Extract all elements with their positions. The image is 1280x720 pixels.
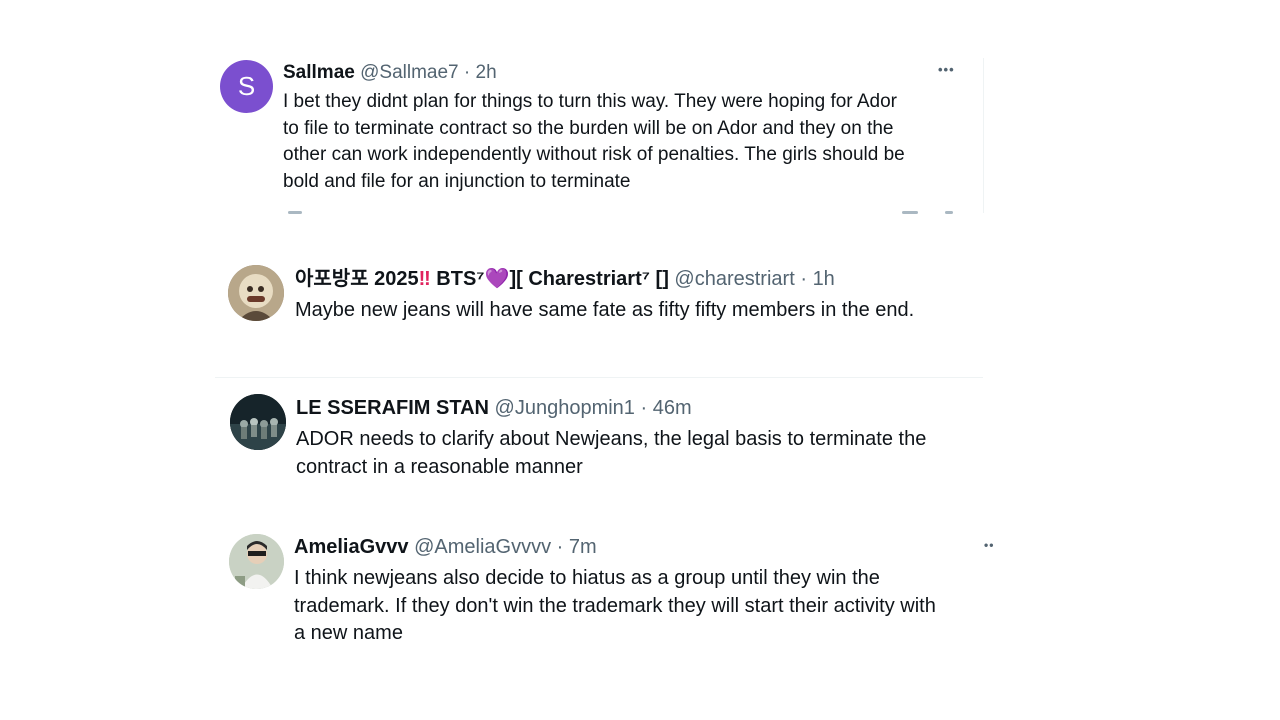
user-handle[interactable]: @Sallmae7	[360, 62, 459, 83]
avatar[interactable]: S	[220, 60, 273, 113]
tweet-header: Sallmae @Sallmae7 · 2h	[283, 61, 497, 85]
share-icon[interactable]	[945, 211, 953, 214]
display-name[interactable]: 아포방포 2025‼ BTS⁷💜][ Charestriart⁷ []	[295, 268, 669, 290]
timestamp[interactable]: 7m	[569, 536, 597, 558]
more-options-icon[interactable]: •••	[938, 62, 955, 77]
divider	[215, 377, 983, 378]
separator-dot: ·	[800, 268, 807, 290]
tweet-text: I bet they didnt plan for things to turn…	[283, 89, 983, 195]
display-name-part: BTS⁷	[430, 268, 485, 290]
avatar-letter: S	[237, 71, 256, 101]
display-name[interactable]: LE SSERAFIM STAN	[296, 397, 489, 419]
timestamp[interactable]: 46m	[653, 397, 692, 419]
tweet-header: 아포방포 2025‼ BTS⁷💜][ Charestriart⁷ [] @cha…	[295, 267, 835, 291]
more-options-icon[interactable]: ••	[984, 538, 994, 552]
tweet-header: LE SSERAFIM STAN @Junghopmin1 · 46m	[296, 396, 692, 420]
tweet-line: Maybe new jeans will have same fate as f…	[295, 299, 915, 321]
card-border	[983, 58, 984, 213]
avatar-image	[229, 534, 284, 589]
tweet-line: other can work independently without ris…	[283, 144, 905, 165]
tweet-line: I bet they didnt plan for things to turn…	[283, 91, 897, 112]
timestamp[interactable]: 1h	[813, 268, 835, 290]
tweet-text: I think newjeans also decide to hiatus a…	[294, 565, 1014, 648]
tweet-line: to file to terminate contract so the bur…	[283, 117, 894, 139]
user-handle[interactable]: @charestriart	[674, 268, 794, 290]
purple-heart-icon: 💜	[484, 268, 510, 290]
user-photo-avatar-icon[interactable]	[229, 534, 284, 589]
display-name[interactable]: AmeliaGvvv	[294, 536, 409, 558]
user-handle[interactable]: @AmeliaGvvvv	[414, 536, 551, 558]
tweet-text: Maybe new jeans will have same fate as f…	[295, 297, 995, 324]
user-photo-avatar-icon[interactable]	[228, 265, 284, 321]
display-name[interactable]: Sallmae	[283, 62, 355, 83]
separator-dot: ·	[463, 62, 471, 83]
tweet-line: trademark. If they don't win the tradema…	[294, 594, 936, 617]
tweet-line: I think newjeans also decide to hiatus a…	[294, 567, 880, 589]
reply-icon[interactable]	[288, 211, 302, 214]
tweet-header: AmeliaGvvv @AmeliaGvvvv · 7m	[294, 535, 597, 559]
bookmark-icon[interactable]	[902, 211, 918, 214]
separator-dot: ·	[640, 397, 648, 419]
avatar-image	[230, 394, 286, 450]
display-name-part: 아포방포 2025	[295, 268, 419, 290]
user-photo-avatar-icon[interactable]	[230, 394, 286, 450]
double-exclamation-icon: ‼	[418, 268, 431, 290]
avatar-image	[228, 265, 284, 321]
display-name-part: ][ Charestriart⁷ []	[509, 268, 669, 290]
tweet-line: ADOR needs to clarify about Newjeans, th…	[296, 428, 927, 450]
tweet-line: a new name	[294, 622, 403, 644]
tweet-line: contract in a reasonable manner	[296, 455, 583, 478]
tweet-line: bold and file for an injunction to termi…	[283, 170, 631, 192]
timestamp[interactable]: 2h	[476, 62, 497, 83]
tweet-text: ADOR needs to clarify about Newjeans, th…	[296, 426, 996, 481]
separator-dot: ·	[556, 536, 564, 558]
user-handle[interactable]: @Junghopmin1	[495, 397, 635, 419]
